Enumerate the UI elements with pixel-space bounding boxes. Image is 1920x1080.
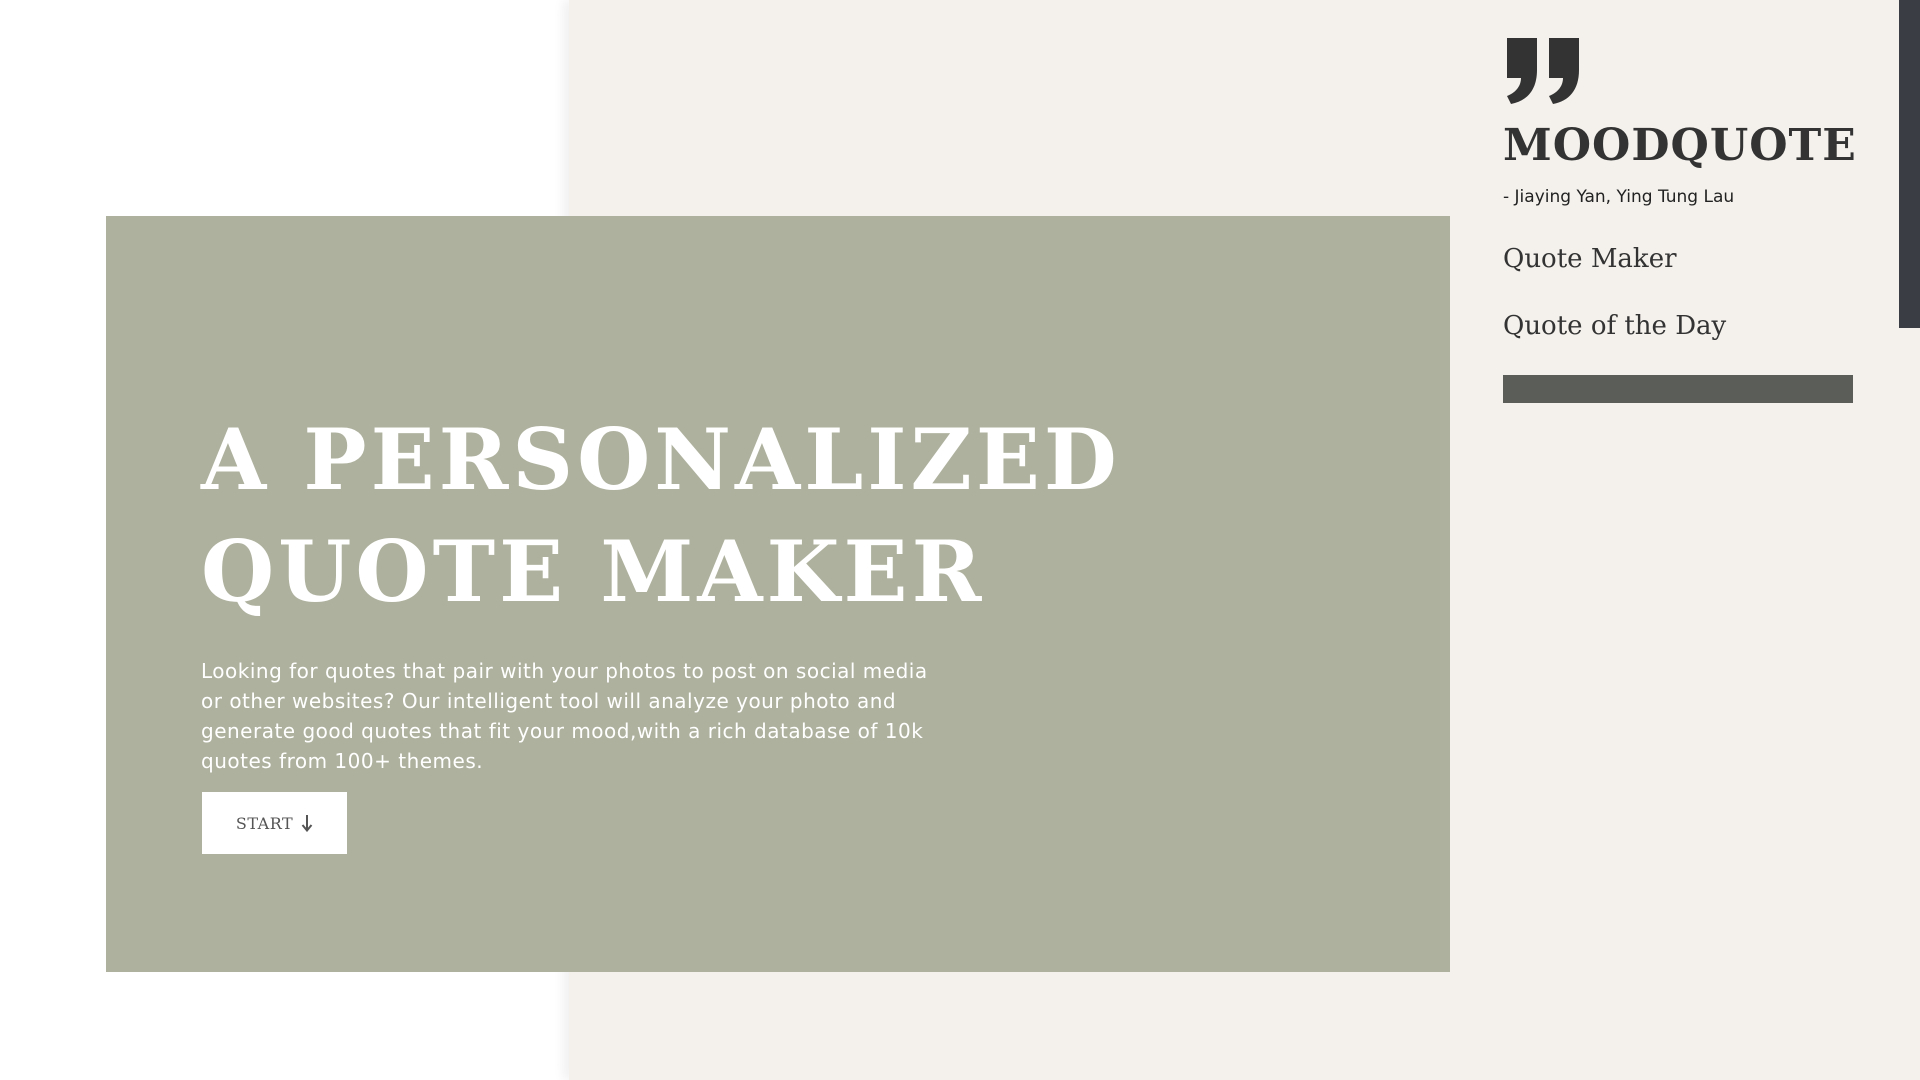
quote-mark-icon xyxy=(1507,38,1579,104)
page: A PERSONALIZED QUOTE MAKER Looking for q… xyxy=(0,0,1920,1080)
hero-description: Looking for quotes that pair with your p… xyxy=(201,659,928,773)
hero-title: A PERSONALIZED QUOTE MAKER xyxy=(201,404,1201,628)
start-button-label: START xyxy=(235,813,294,833)
hero-title-line-2: QUOTE MAKER xyxy=(201,522,986,621)
arrow-down-icon xyxy=(301,815,313,832)
brand-name: MOODQUOTE xyxy=(1503,120,1857,171)
authors-credit: - Jiaying Yan, Ying Tung Lau xyxy=(1503,187,1735,207)
hero-section: A PERSONALIZED QUOTE MAKER Looking for q… xyxy=(106,216,1450,972)
sidebar-divider-bar xyxy=(1503,375,1853,403)
sidebar: MOODQUOTE - Jiaying Yan, Ying Tung Lau Q… xyxy=(1503,0,1863,1080)
scrollbar-thumb[interactable] xyxy=(1899,0,1920,328)
hero-title-line-1: A PERSONALIZED xyxy=(201,410,1121,509)
nav-link-quote-of-the-day[interactable]: Quote of the Day xyxy=(1503,308,1726,344)
nav-link-quote-maker[interactable]: Quote Maker xyxy=(1503,241,1677,277)
start-button[interactable]: START xyxy=(202,792,347,854)
